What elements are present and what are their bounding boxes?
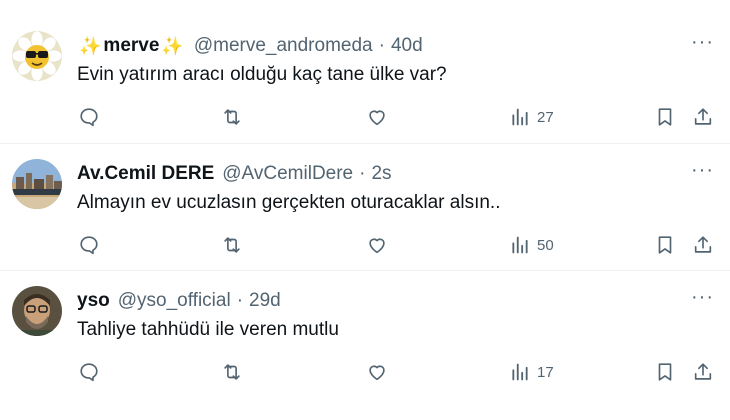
separator-dot: ·	[359, 163, 366, 184]
like-button[interactable]	[366, 104, 388, 130]
tweet-text: Almayın ev ucuzlasın gerçekten oturacakl…	[77, 192, 501, 213]
tweet[interactable]: ✨ merve ✨ @merve_andromeda · 40d ··· Evi…	[0, 16, 730, 144]
more-options-icon[interactable]: ···	[691, 32, 714, 52]
man-avatar-icon	[12, 286, 62, 336]
views-count: 50	[537, 236, 554, 254]
like-button[interactable]	[366, 232, 388, 258]
user-handle[interactable]: @yso_official	[118, 290, 231, 312]
analytics-icon	[512, 363, 528, 381]
heart-icon	[369, 238, 385, 254]
display-name[interactable]: merve	[103, 35, 159, 57]
tweet-text: Tahliye tahhüdü ile veren mutlu	[77, 319, 339, 340]
views-button[interactable]: 17	[510, 359, 554, 385]
retweet-icon	[224, 237, 240, 253]
more-options-icon[interactable]: ···	[691, 287, 714, 307]
analytics-icon	[512, 236, 528, 254]
avatar[interactable]	[12, 31, 62, 81]
tweet-header: yso @yso_official · 29d	[77, 289, 281, 313]
retweet-button[interactable]	[220, 359, 244, 385]
separator-dot: ·	[378, 35, 385, 56]
timestamp[interactable]: 29d	[249, 290, 281, 312]
reply-button[interactable]	[78, 232, 100, 258]
user-handle[interactable]: @merve_andromeda	[194, 35, 373, 57]
action-bar: 50	[0, 232, 730, 258]
share-icon	[694, 363, 712, 380]
bookmark-button[interactable]	[654, 359, 676, 385]
tweet[interactable]: yso @yso_official · 29d ··· Tahliye tahh…	[0, 271, 730, 420]
tweet-header: Av.Cemil DERE @AvCemilDere · 2s	[77, 162, 392, 186]
share-icon	[694, 108, 712, 125]
heart-icon	[369, 110, 385, 126]
daisy-avatar-icon	[12, 31, 62, 81]
timestamp[interactable]: 2s	[371, 163, 391, 185]
retweet-button[interactable]	[220, 232, 244, 258]
heart-icon	[369, 365, 385, 381]
share-icon	[694, 236, 712, 253]
avatar[interactable]	[12, 286, 62, 336]
avatar[interactable]	[12, 159, 62, 209]
views-count: 17	[537, 363, 554, 381]
views-count: 27	[537, 108, 554, 126]
analytics-icon	[512, 108, 528, 126]
separator-dot: ·	[236, 290, 244, 311]
tweet-text: Evin yatırım aracı olduğu kaç tane ülke …	[77, 64, 447, 85]
reply-button[interactable]	[78, 104, 100, 130]
display-name[interactable]: Av.Cemil DERE	[77, 163, 214, 185]
display-name[interactable]: yso	[77, 290, 110, 312]
share-button[interactable]	[692, 232, 714, 258]
reply-feed: ✨ merve ✨ @merve_andromeda · 40d ··· Evi…	[0, 0, 730, 420]
tweet[interactable]: Av.Cemil DERE @AvCemilDere · 2s ··· Alma…	[0, 144, 730, 271]
retweet-button[interactable]	[220, 104, 244, 130]
action-bar: 27	[0, 104, 730, 130]
sparkle-emoji: ✨	[79, 35, 102, 56]
views-button[interactable]: 50	[510, 232, 554, 258]
sparkle-emoji: ✨	[161, 35, 184, 56]
tweet-header: ✨ merve ✨ @merve_andromeda · 40d	[77, 34, 423, 58]
more-options-icon[interactable]: ···	[691, 160, 714, 180]
city-avatar-icon	[12, 159, 62, 209]
share-button[interactable]	[692, 104, 714, 130]
share-button[interactable]	[692, 359, 714, 385]
timestamp[interactable]: 40d	[391, 35, 423, 57]
views-button[interactable]: 27	[510, 104, 554, 130]
reply-icon	[80, 236, 98, 255]
reply-icon	[80, 108, 98, 127]
bookmark-button[interactable]	[654, 232, 676, 258]
bookmark-icon	[658, 236, 672, 254]
bookmark-icon	[658, 108, 672, 126]
retweet-icon	[224, 364, 240, 380]
action-bar: 17	[0, 359, 730, 385]
reply-icon	[80, 363, 98, 382]
retweet-icon	[224, 109, 240, 125]
reply-button[interactable]	[78, 359, 100, 385]
bookmark-icon	[658, 363, 672, 381]
bookmark-button[interactable]	[654, 104, 676, 130]
like-button[interactable]	[366, 359, 388, 385]
user-handle[interactable]: @AvCemilDere	[222, 163, 353, 185]
